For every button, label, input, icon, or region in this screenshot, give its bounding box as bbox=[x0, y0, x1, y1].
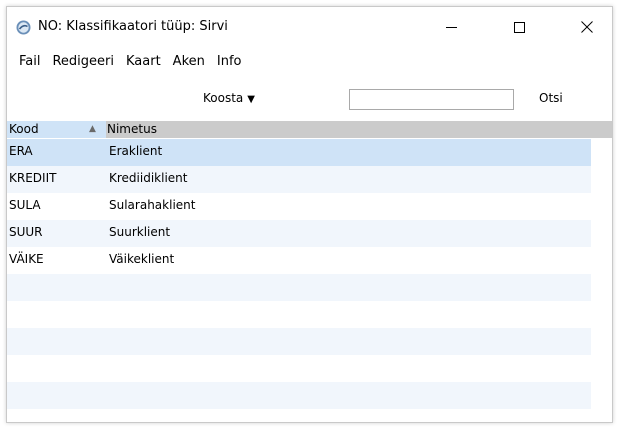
menu-item-redigeeri[interactable]: Redigeeri bbox=[46, 48, 120, 76]
minimize-button[interactable] bbox=[428, 7, 474, 47]
cell-nimetus: Sularahaklient bbox=[109, 198, 196, 212]
empty-row bbox=[7, 355, 591, 382]
table-row[interactable]: ERA Eraklient bbox=[7, 139, 591, 166]
table-row[interactable]: SULA Sularahaklient bbox=[7, 193, 591, 220]
menu-item-aken[interactable]: Aken bbox=[167, 48, 211, 76]
search-button[interactable]: Otsi bbox=[539, 91, 563, 105]
empty-row bbox=[7, 301, 591, 328]
menu-bar: Fail Redigeeri Kaart Aken Info bbox=[7, 48, 612, 76]
cell-nimetus: Krediidiklient bbox=[109, 171, 188, 185]
cell-nimetus: Väikeklient bbox=[109, 252, 175, 266]
maximize-button[interactable] bbox=[496, 7, 542, 47]
cell-nimetus: Suurklient bbox=[109, 225, 171, 239]
minimize-icon bbox=[445, 26, 457, 28]
table-row[interactable]: KREDIIT Krediidiklient bbox=[7, 166, 591, 193]
menu-item-fail[interactable]: Fail bbox=[13, 48, 46, 76]
cell-nimetus: Eraklient bbox=[109, 144, 163, 158]
maximize-icon bbox=[513, 21, 525, 33]
title-bar[interactable]: NO: Klassifikaatori tüüp: Sirvi bbox=[7, 7, 612, 47]
toolbar: Koosta ▼ Otsi bbox=[7, 79, 612, 119]
koosta-label: Koosta bbox=[203, 91, 244, 105]
sort-ascending-icon: ▲ bbox=[89, 124, 96, 134]
cell-kood: VÄIKE bbox=[9, 252, 44, 266]
table-row[interactable]: VÄIKE Väikeklient bbox=[7, 247, 591, 274]
cell-kood: SUUR bbox=[9, 225, 43, 239]
empty-row bbox=[7, 409, 591, 421]
app-icon bbox=[16, 20, 31, 35]
menu-item-kaart[interactable]: Kaart bbox=[120, 48, 167, 76]
koosta-button[interactable]: Koosta ▼ bbox=[203, 91, 255, 105]
empty-row bbox=[7, 382, 591, 409]
cell-kood: ERA bbox=[9, 144, 33, 158]
table-header: Kood ▲ Nimetus bbox=[7, 121, 612, 138]
cell-kood: SULA bbox=[9, 198, 41, 212]
menu-item-info[interactable]: Info bbox=[211, 48, 248, 76]
window-title: NO: Klassifikaatori tüüp: Sirvi bbox=[38, 19, 228, 34]
close-icon bbox=[581, 21, 593, 33]
cell-kood: KREDIIT bbox=[9, 171, 57, 185]
empty-row bbox=[7, 274, 591, 301]
records-table: Kood ▲ Nimetus ERA Eraklient KREDIIT Kre… bbox=[7, 121, 612, 421]
column-header-kood-label: Kood bbox=[9, 122, 39, 136]
column-header-kood[interactable]: Kood ▲ bbox=[7, 121, 106, 138]
close-button[interactable] bbox=[564, 7, 610, 47]
column-header-nimetus[interactable]: Nimetus bbox=[107, 121, 157, 138]
empty-row bbox=[7, 328, 591, 355]
search-input[interactable] bbox=[349, 89, 514, 110]
browse-window: NO: Klassifikaatori tüüp: Sirvi Fail Red… bbox=[6, 6, 613, 423]
table-row[interactable]: SUUR Suurklient bbox=[7, 220, 591, 247]
chevron-down-icon: ▼ bbox=[247, 94, 255, 105]
table-body: ERA Eraklient KREDIIT Krediidiklient SUL… bbox=[7, 139, 591, 421]
